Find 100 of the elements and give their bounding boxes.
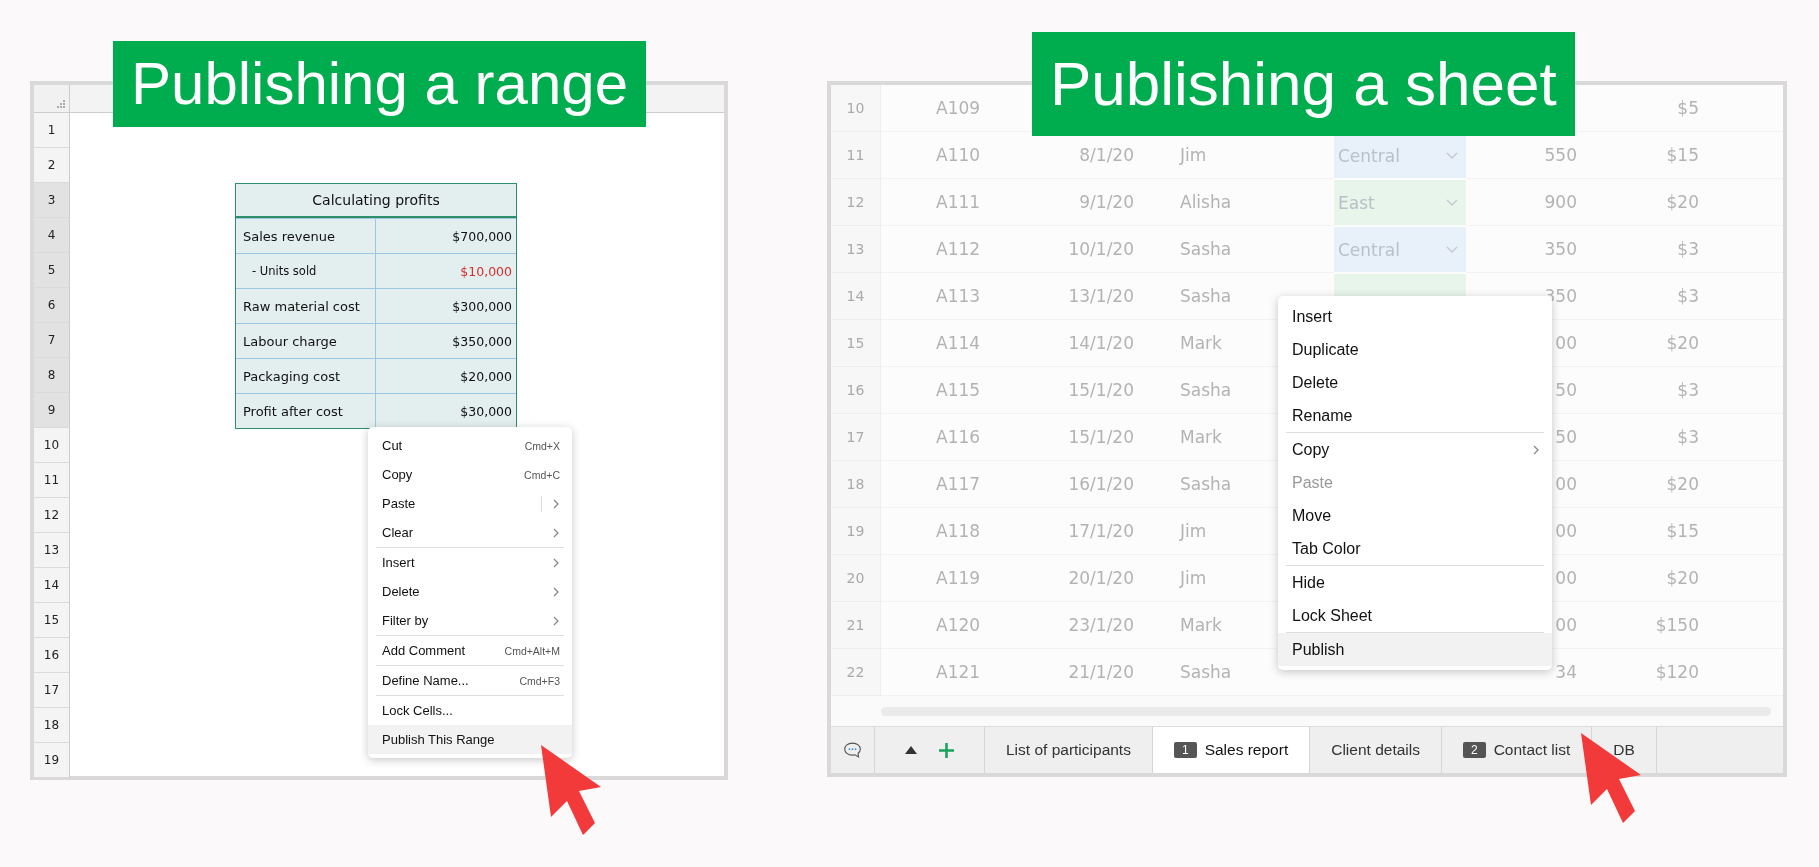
table-cell: $15 [1577, 132, 1699, 179]
menu-item[interactable]: Cut Cmd+X [368, 431, 572, 460]
table-title: Calculating profits [236, 184, 516, 218]
chevron-right-icon [552, 498, 560, 509]
shortcut-text: Cmd+X [524, 439, 560, 452]
table-cell: A112 [881, 226, 1001, 273]
table-cell: A113 [881, 273, 1001, 320]
sheet-tab[interactable]: Client details [1310, 727, 1442, 773]
table-cell: 900 [1466, 179, 1577, 226]
table-cell: $20 [1577, 179, 1699, 226]
table-cell: A118 [881, 508, 1001, 555]
row-header[interactable]: 8 [34, 358, 70, 393]
row-header[interactable]: 4 [34, 218, 70, 253]
speech-bubble-icon [843, 740, 862, 760]
table-cell: $20 [1577, 461, 1699, 508]
table-cell: $150 [1577, 602, 1699, 649]
table-cell: A116 [881, 414, 1001, 461]
sheet-tab[interactable]: 1 Sales report [1152, 727, 1311, 773]
row-header[interactable]: 16 [34, 638, 70, 673]
menu-item[interactable]: Add Comment Cmd+Alt+M [368, 636, 572, 665]
chevron-right-icon [552, 557, 560, 568]
table-cell-text: $350,000 [451, 332, 513, 351]
title-banner: Publishing a sheet [1032, 32, 1575, 136]
menu-item[interactable]: Insert [368, 548, 572, 577]
comment-count-badge: 2 [1462, 742, 1486, 758]
table-cell: 550 [1466, 132, 1577, 179]
menu-item[interactable]: Copy Cmd+C [368, 460, 572, 489]
menu-item[interactable]: Delete [368, 577, 572, 606]
table-cell-text: $30,000 [459, 402, 513, 421]
shortcut-text: Cmd+Alt+M [504, 644, 560, 657]
row-header[interactable]: 11 [34, 463, 70, 498]
row-header[interactable]: 10 [34, 428, 70, 463]
triangle-up-icon[interactable] [905, 746, 917, 754]
chevron-right-icon [552, 527, 560, 538]
table-cell: Packaging cost [236, 359, 376, 393]
table-cell: A109 [881, 85, 1001, 132]
row-header[interactable]: 6 [34, 288, 70, 323]
table-cell: 17/1/20 [1001, 508, 1134, 555]
shortcut-text: Cmd+C [524, 468, 560, 481]
menu-item[interactable]: Clear [368, 518, 572, 547]
menu-item[interactable]: Publish This Range [368, 725, 572, 754]
row-header[interactable]: 12 [34, 498, 70, 533]
chevron-right-icon [552, 615, 560, 626]
table-cell: 16/1/20 [1001, 461, 1134, 508]
row-header[interactable]: 1 [34, 113, 70, 148]
menu-item[interactable]: Lock Cells... [368, 696, 572, 725]
row-header[interactable]: 3 [34, 183, 70, 218]
row-header[interactable]: 14 [34, 568, 70, 603]
chevron-right-icon [552, 586, 560, 597]
table-cell: 9/1/20 [1001, 179, 1134, 226]
table-cell: 20/1/20 [1001, 555, 1134, 602]
row-header[interactable]: 7 [34, 323, 70, 358]
row-header[interactable]: 13 [34, 533, 70, 568]
table-cell: 15/1/20 [1001, 367, 1134, 414]
select-all-corner[interactable] [34, 85, 70, 113]
plus-icon[interactable] [939, 742, 954, 758]
table-cell: 23/1/20 [1001, 602, 1134, 649]
tab-label: List of participants [1006, 741, 1131, 759]
resize-grip-icon [56, 99, 66, 109]
table-cell-text: $300,000 [451, 297, 513, 316]
row-header[interactable]: 5 [34, 253, 70, 288]
tab-label: Client details [1331, 741, 1420, 759]
table-cell: A114 [881, 320, 1001, 367]
table-cell: $20 [1577, 555, 1699, 602]
table-cell: Raw material cost [236, 289, 376, 323]
row-header[interactable]: 9 [34, 393, 70, 428]
chevron-down-icon [1446, 245, 1458, 254]
tab-label: Sales report [1204, 741, 1289, 759]
table-cell: 10/1/20 [1001, 226, 1134, 273]
table-cell: Sales revenue [236, 219, 376, 253]
table-cell: $3 [1577, 414, 1699, 461]
menu-item[interactable]: Publish [1278, 633, 1552, 666]
row-header[interactable]: 2 [34, 148, 70, 183]
menu-item[interactable]: Filter by [368, 606, 572, 635]
row-header[interactable]: 19 [34, 743, 70, 778]
table-cell: A110 [881, 132, 1001, 179]
table-cell: Labour charge [236, 324, 376, 358]
tab-label: DB [1613, 741, 1635, 759]
tab-label: Contact list [1493, 741, 1571, 759]
comment-count-badge: 1 [1173, 742, 1197, 758]
row-header[interactable]: 15 [34, 603, 70, 638]
table-cell: 350 [1466, 226, 1577, 273]
menu-item[interactable]: Define Name... Cmd+F3 [368, 666, 572, 695]
menu-item[interactable]: Paste [368, 489, 572, 518]
table-cell: - Units sold [236, 254, 376, 288]
sheet-tab[interactable]: List of participants [985, 727, 1153, 773]
table-cell: 15/1/20 [1001, 414, 1134, 461]
table-cell: 8/1/20 [1001, 132, 1134, 179]
table-cell: 14/1/20 [1001, 320, 1134, 367]
table-cell: A115 [881, 367, 1001, 414]
chevron-down-icon [1446, 151, 1458, 160]
table-cell: $3 [1577, 273, 1699, 320]
table-cell: $20 [1577, 320, 1699, 367]
row-header[interactable]: 17 [34, 673, 70, 708]
table-cell: 13/1/20 [1001, 273, 1134, 320]
table-cell-text: $700,000 [451, 227, 513, 246]
chevron-right-icon [1532, 444, 1540, 455]
table-cell: $3 [1577, 367, 1699, 414]
row-header[interactable]: 18 [34, 708, 70, 743]
title-banner: Publishing a range [113, 41, 647, 127]
